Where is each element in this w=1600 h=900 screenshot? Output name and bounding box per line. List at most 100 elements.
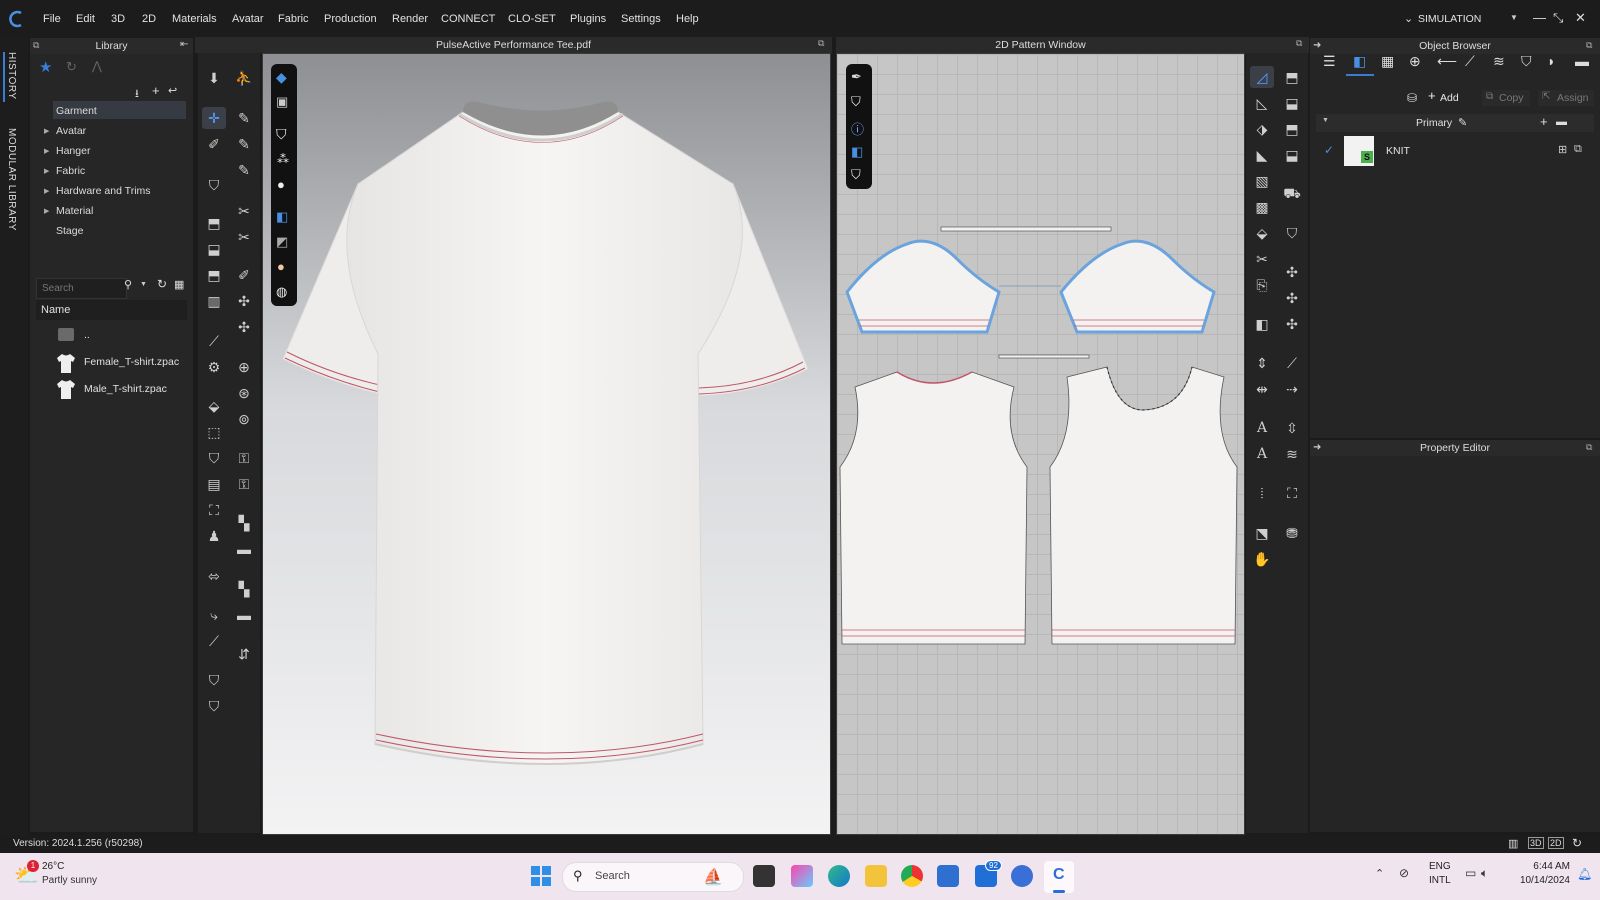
button-tool-icon[interactable]: ⚙ bbox=[204, 357, 224, 377]
fabric-settings-icon[interactable]: ⊞ bbox=[1558, 143, 1567, 156]
fabric-list-item[interactable]: ✓ S KNIT ⊞ ⧉ bbox=[1316, 135, 1594, 167]
menu-edit[interactable]: Edit bbox=[76, 13, 95, 25]
fabric-tab-icon[interactable]: ◧ bbox=[1353, 53, 1366, 70]
fabric-copy-icon[interactable]: ⧉ bbox=[1574, 143, 1582, 156]
button-icon[interactable]: ⊛ bbox=[234, 383, 254, 403]
restore-icon[interactable]: ⤡ bbox=[1553, 10, 1563, 26]
language-primary[interactable]: ENG bbox=[1429, 861, 1451, 872]
internal-shape-icon[interactable]: ▧ bbox=[1252, 171, 1272, 191]
needle-tab-icon[interactable]: ⟋ bbox=[1465, 53, 1475, 70]
graphic-icon[interactable]: ⊚ bbox=[234, 409, 254, 429]
gather-icon[interactable]: ⇵ bbox=[234, 644, 254, 664]
camera-icon[interactable]: ⛶ bbox=[1282, 483, 1302, 503]
check-icon[interactable]: ✓ bbox=[1324, 143, 1334, 157]
arrange-icon[interactable]: ⬒ bbox=[204, 213, 224, 233]
trim-tab-icon[interactable]: ⛉ bbox=[1521, 53, 1532, 70]
trim-icon[interactable]: ⬙ bbox=[204, 396, 224, 416]
trace-icon[interactable]: ⎘ bbox=[1252, 275, 1272, 295]
grid-view-icon[interactable]: ▦ bbox=[174, 278, 184, 291]
fold-icon[interactable]: ✐ bbox=[204, 134, 224, 154]
vertical-ruler-icon[interactable]: ⇕ bbox=[1252, 353, 1272, 373]
line-tab-icon[interactable]: ⟵ bbox=[1437, 53, 1457, 70]
2d-pattern-viewport[interactable]: ✒ ⛉ ⓘ ◧ ⛉ bbox=[836, 53, 1245, 835]
transform-icon[interactable]: ✛ bbox=[204, 108, 224, 128]
mail-icon[interactable]: 92 bbox=[975, 860, 1002, 887]
hanger-tab-icon[interactable]: ◗ bbox=[1547, 53, 1555, 69]
m-n-sewing-icon[interactable]: ✣ bbox=[1282, 314, 1302, 334]
iron-icon[interactable]: ⛟ bbox=[1282, 183, 1302, 203]
layout-split-icon[interactable]: ▥ bbox=[1508, 837, 1518, 850]
tree-item-material[interactable]: Material bbox=[56, 205, 93, 217]
elastic-icon[interactable]: ⛶ bbox=[204, 500, 224, 520]
add-icon[interactable]: + bbox=[1540, 114, 1548, 129]
list-item[interactable]: Female_T-shirt.zpac bbox=[84, 356, 179, 368]
float-panel-icon[interactable]: ⧉ bbox=[1296, 38, 1302, 49]
back-icon[interactable]: ↩ bbox=[168, 84, 177, 97]
pin-icon[interactable]: ✎ bbox=[234, 108, 254, 128]
copilot-icon[interactable] bbox=[791, 865, 813, 887]
expand-arrow-icon[interactable]: ➜ bbox=[1313, 442, 1321, 453]
grade-icon[interactable]: ⇹ bbox=[1252, 379, 1272, 399]
rectangle-icon[interactable]: ⬓ bbox=[1282, 145, 1302, 165]
transform-pattern-icon[interactable]: ⬄ bbox=[204, 566, 224, 586]
display-icon[interactable]: ▭ bbox=[1465, 866, 1476, 880]
float-panel-icon[interactable]: ⧉ bbox=[818, 38, 824, 49]
avatar-pose-icon[interactable]: ⛹ bbox=[234, 68, 254, 88]
arrangement-icon[interactable]: ⬓ bbox=[204, 239, 224, 259]
menu-2d[interactable]: 2D bbox=[142, 13, 156, 25]
library-search-input[interactable] bbox=[36, 278, 127, 299]
rectangle-icon[interactable]: ▬ bbox=[234, 539, 254, 559]
measure-icon[interactable]: ✂ bbox=[234, 201, 254, 221]
text-annotation-icon[interactable]: A bbox=[1252, 418, 1272, 438]
weather-desc[interactable]: Partly sunny bbox=[42, 875, 97, 886]
avatar-tool-icon[interactable]: ♟ bbox=[204, 526, 224, 546]
menu-file[interactable]: File bbox=[43, 13, 61, 25]
shape-icon[interactable]: ▚ bbox=[234, 513, 254, 533]
minimize-icon[interactable]: — bbox=[1533, 10, 1546, 25]
tree-item-hanger[interactable]: Hanger bbox=[56, 145, 90, 157]
strengthen-icon[interactable]: ✎ bbox=[234, 134, 254, 154]
tack-icon[interactable]: ✎ bbox=[234, 160, 254, 180]
copy-button[interactable]: ⧉ Copy bbox=[1482, 90, 1530, 106]
tree-item-garment[interactable]: Garment bbox=[56, 105, 97, 117]
rect-3d-icon[interactable]: ▬ bbox=[234, 605, 254, 625]
shirt-outline-icon[interactable]: ⛉ bbox=[1282, 223, 1302, 243]
segment-sewing-icon[interactable]: ✣ bbox=[1282, 262, 1302, 282]
primary-section-header[interactable]: ▼ Primary ✎ + ▬ bbox=[1316, 114, 1594, 132]
tape-icon[interactable]: ⇳ bbox=[1282, 418, 1302, 438]
list-icon[interactable]: ☰ bbox=[1323, 53, 1336, 70]
fold-shirt-icon[interactable]: ⛉ bbox=[204, 696, 224, 716]
clock-time[interactable]: 6:44 AM bbox=[1526, 861, 1570, 872]
segment-icon[interactable]: ⬒ bbox=[1282, 119, 1302, 139]
menu-plugins[interactable]: Plugins bbox=[570, 13, 606, 25]
edit-pattern-icon[interactable]: ⬒ bbox=[1282, 67, 1302, 87]
hand-icon[interactable]: ✋ bbox=[1252, 549, 1272, 569]
network-icon[interactable]: ⊘ bbox=[1399, 866, 1409, 880]
clo-set-icon[interactable]: ⋀ bbox=[92, 59, 102, 73]
transform-pattern-icon[interactable]: ◿ bbox=[1252, 67, 1272, 87]
shape-3d-icon[interactable]: ▚ bbox=[234, 579, 254, 599]
language-secondary[interactable]: INTL bbox=[1429, 875, 1451, 886]
topstitch-icon[interactable]: ✣ bbox=[234, 291, 254, 311]
fold-arrange-icon[interactable]: ⬚ bbox=[204, 422, 224, 442]
line-tool-icon[interactable]: ⟋ bbox=[1282, 353, 1302, 373]
select-mesh-icon[interactable]: ⬇ bbox=[204, 68, 224, 88]
polygon-icon[interactable]: ◣ bbox=[1252, 145, 1272, 165]
dashed-line-icon[interactable]: ⇢ bbox=[1282, 379, 1302, 399]
refresh-cloud-icon[interactable]: ↻ bbox=[66, 59, 77, 75]
tree-item-stage[interactable]: Stage bbox=[56, 225, 83, 237]
volume-icon[interactable]: 🔈︎ bbox=[1481, 866, 1488, 881]
clo-taskbar-button[interactable]: C bbox=[1044, 861, 1074, 893]
shirt-solid-icon[interactable]: ⛉ bbox=[204, 670, 224, 690]
tracing-icon[interactable]: ⬔ bbox=[1252, 523, 1272, 543]
weather-widget[interactable]: ⛅ 1 bbox=[14, 860, 40, 889]
garment-fit-icon[interactable]: ⛉ bbox=[204, 448, 224, 468]
menu-clo-set[interactable]: CLO-SET bbox=[508, 13, 556, 25]
menu-fabric[interactable]: Fabric bbox=[278, 13, 309, 25]
edit-point-icon[interactable]: ⬓ bbox=[1282, 93, 1302, 113]
3d-viewport[interactable]: ◆ ▣ ⛉ ⁂ ● ◧ ◩ ● ◍ bbox=[262, 53, 831, 835]
lock-icon[interactable]: ⚿ bbox=[234, 448, 254, 468]
needle-icon[interactable]: ⟋ bbox=[204, 331, 224, 351]
notification-bell-icon[interactable]: 🔔︎ bbox=[1577, 867, 1592, 881]
text-style-icon[interactable]: A bbox=[1252, 444, 1272, 464]
